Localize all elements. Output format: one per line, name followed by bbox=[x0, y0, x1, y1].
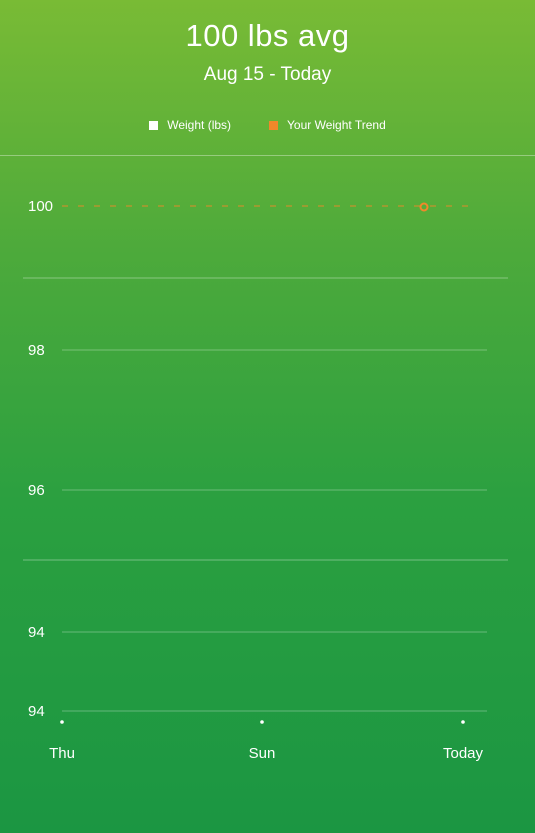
x-tick-dot bbox=[260, 720, 264, 724]
y-tick-label: 100 bbox=[28, 198, 53, 215]
y-tick-label: 96 bbox=[28, 482, 45, 499]
x-tick-label: Today bbox=[443, 745, 484, 762]
y-tick-label: 98 bbox=[28, 342, 45, 359]
x-tick-dot bbox=[60, 720, 64, 724]
weight-chart: 100 98 96 94 94 Thu Sun Today bbox=[23, 198, 508, 762]
x-tick-dot bbox=[461, 720, 465, 724]
trend-point bbox=[419, 202, 429, 212]
x-tick-label: Thu bbox=[49, 745, 75, 762]
y-tick-label: 94 bbox=[28, 703, 45, 720]
y-tick-label: 94 bbox=[28, 624, 45, 641]
x-tick-label: Sun bbox=[249, 745, 276, 762]
